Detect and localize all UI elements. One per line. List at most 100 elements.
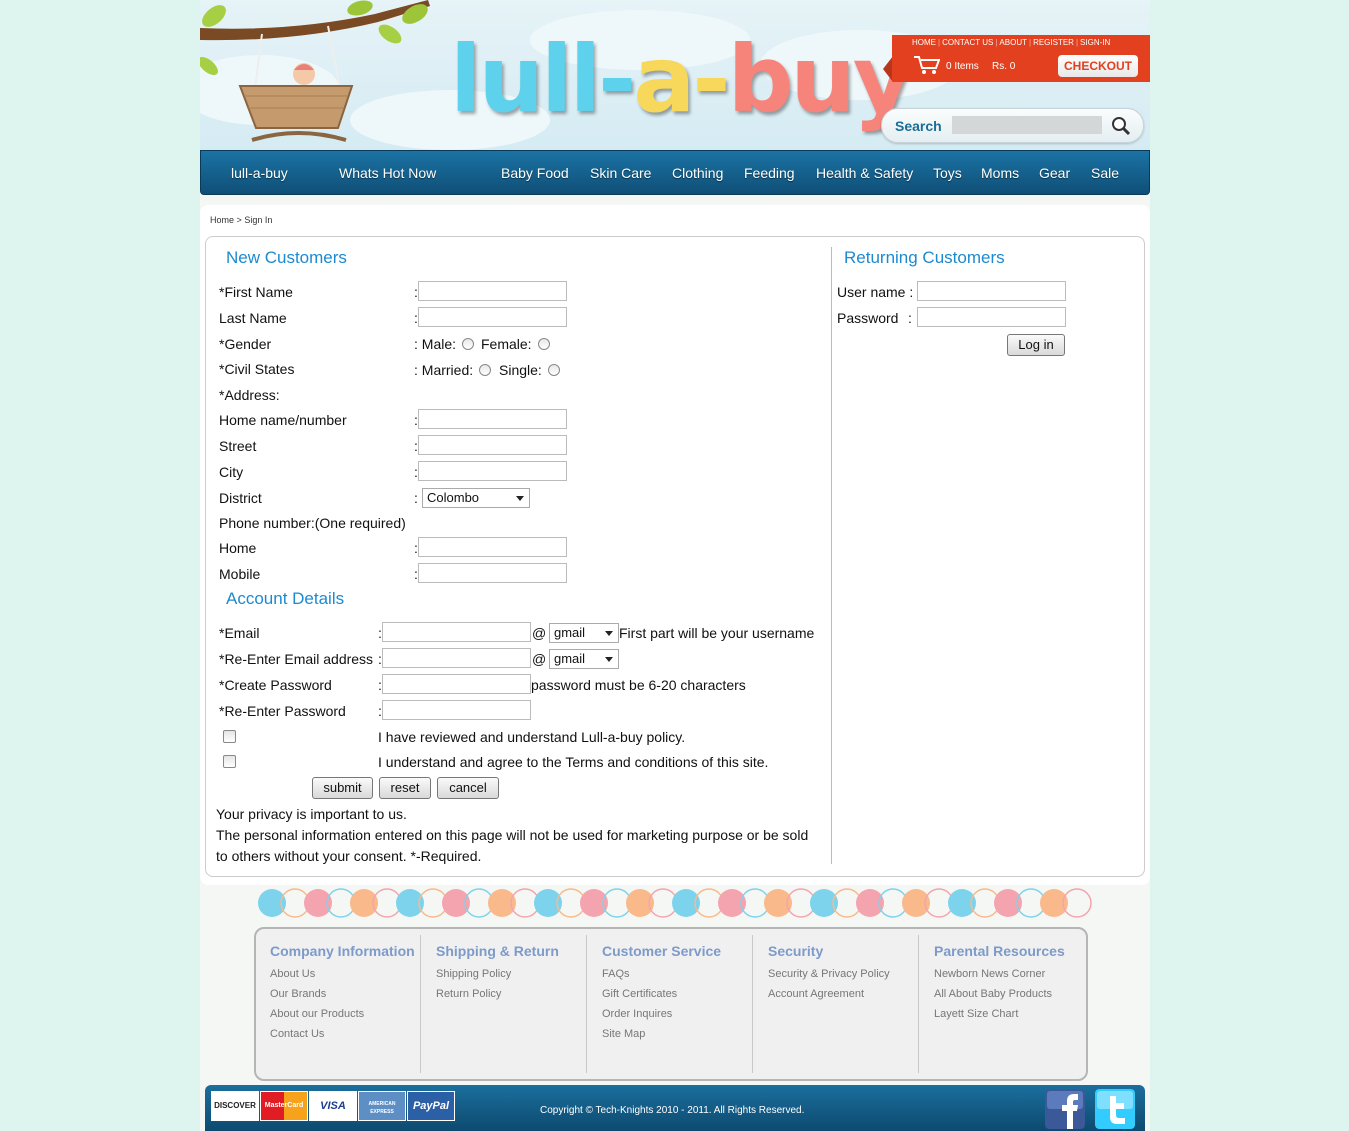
submit-button[interactable]: submit <box>312 777 373 799</box>
decorative-circle <box>1040 889 1068 917</box>
footer-link-about-us[interactable]: About Us <box>270 968 315 980</box>
decorative-circles <box>258 888 1092 918</box>
username-input[interactable] <box>917 281 1066 301</box>
nav-baby-food[interactable]: Baby Food <box>501 165 569 181</box>
search-icon[interactable] <box>1110 115 1132 137</box>
decorative-circle <box>948 889 976 917</box>
male-label: : Male: <box>414 336 457 352</box>
address-label: *Address: <box>219 387 280 403</box>
footer-link-return-policy[interactable]: Return Policy <box>436 988 501 1000</box>
street-label: Street <box>219 438 257 454</box>
footer-link-newborn-news[interactable]: Newborn News Corner <box>934 968 1045 980</box>
nav-skin-care[interactable]: Skin Care <box>590 165 651 181</box>
site-logo[interactable]: lull-a-buy <box>450 34 913 126</box>
footer-links: Company Information About Us Our Brands … <box>254 927 1088 1081</box>
reemail-input[interactable] <box>382 648 531 668</box>
top-link-register[interactable]: REGISTER <box>1033 38 1074 47</box>
decorative-circle <box>304 889 332 917</box>
single-radio[interactable] <box>548 364 560 376</box>
decorative-circle <box>856 889 884 917</box>
password-input[interactable] <box>382 674 531 694</box>
reemail-label: *Re-Enter Email address <box>219 651 374 667</box>
search-input[interactable] <box>952 116 1102 134</box>
decorative-circle <box>718 889 746 917</box>
top-link-home[interactable]: HOME <box>912 38 936 47</box>
cancel-button[interactable]: cancel <box>437 777 499 799</box>
login-button[interactable]: Log in <box>1007 334 1065 356</box>
nav-feeding[interactable]: Feeding <box>744 165 795 181</box>
login-password-label: Password <box>837 310 899 326</box>
email-domain-value: gmail <box>554 625 586 640</box>
breadcrumb-home[interactable]: Home <box>210 215 234 225</box>
decorative-circle <box>902 889 930 917</box>
city-input[interactable] <box>418 461 567 481</box>
decorative-circle <box>258 889 286 917</box>
footer-link-contact-us[interactable]: Contact Us <box>270 1028 324 1040</box>
gender-label: *Gender <box>219 336 272 352</box>
footer-link-layett-size[interactable]: Layett Size Chart <box>934 1008 1018 1020</box>
female-radio[interactable] <box>538 338 550 350</box>
branch-cradle-illustration <box>200 0 430 142</box>
home-phone-input[interactable] <box>418 537 567 557</box>
male-radio[interactable] <box>462 338 474 350</box>
twitter-icon[interactable] <box>1095 1089 1135 1129</box>
policy-agree-label: I have reviewed and understand Lull-a-bu… <box>378 729 686 745</box>
reemail-domain-value: gmail <box>554 651 586 666</box>
footer-link-gift-certificates[interactable]: Gift Certificates <box>602 988 677 1000</box>
at-sign: @ <box>532 651 547 667</box>
privacy-note-2: The personal information entered on this… <box>216 827 809 843</box>
footer-link-our-brands[interactable]: Our Brands <box>270 988 326 1000</box>
nav-whats-hot[interactable]: Whats Hot Now <box>339 165 436 181</box>
checkout-button[interactable]: CHECKOUT <box>1058 55 1138 77</box>
repassword-input[interactable] <box>382 700 531 720</box>
top-link-contact[interactable]: CONTACT US <box>942 38 993 47</box>
top-link-about[interactable]: ABOUT <box>999 38 1027 47</box>
footer-link-site-map[interactable]: Site Map <box>602 1028 645 1040</box>
footer-link-order-inquires[interactable]: Order Inquires <box>602 1008 672 1020</box>
privacy-note-3: to others without your consent. *-Requir… <box>216 848 482 864</box>
nav-lull-a-buy[interactable]: lull-a-buy <box>231 165 288 181</box>
nav-toys[interactable]: Toys <box>933 165 962 181</box>
cart-bar: HOME | CONTACT US | ABOUT | REGISTER | SIGN-IN 0… <box>892 35 1150 82</box>
married-radio[interactable] <box>479 364 491 376</box>
footer-link-baby-products[interactable]: All About Baby Products <box>934 988 1052 1000</box>
login-password-input[interactable] <box>917 307 1066 327</box>
decorative-circle <box>396 889 424 917</box>
breadcrumb-current: Sign In <box>244 215 273 225</box>
decorative-circle <box>672 889 700 917</box>
first-name-input[interactable] <box>418 281 567 301</box>
password-hint: password must be 6-20 characters <box>531 677 746 693</box>
top-link-signin[interactable]: SIGN-IN <box>1080 38 1110 47</box>
reemail-domain-select[interactable]: gmail <box>549 649 619 669</box>
divider: | <box>938 38 941 47</box>
email-domain-select[interactable]: gmail <box>549 623 619 643</box>
footer-link-security-privacy[interactable]: Security & Privacy Policy <box>768 968 890 980</box>
policy-checkbox[interactable] <box>223 730 236 743</box>
nav-moms[interactable]: Moms <box>981 165 1019 181</box>
last-name-input[interactable] <box>418 307 567 327</box>
email-input[interactable] <box>382 622 531 642</box>
footer-link-shipping-policy[interactable]: Shipping Policy <box>436 968 511 980</box>
terms-checkbox[interactable] <box>223 755 236 768</box>
nav-gear[interactable]: Gear <box>1039 165 1070 181</box>
search-label: Search <box>895 118 942 134</box>
nav-clothing[interactable]: Clothing <box>672 165 723 181</box>
top-links: HOME | CONTACT US | ABOUT | REGISTER | SIGN-IN <box>912 38 1110 47</box>
last-name-label: Last Name <box>219 310 287 326</box>
footer-link-about-products[interactable]: About our Products <box>270 1008 364 1020</box>
footer-link-faqs[interactable]: FAQs <box>602 968 630 980</box>
main-nav: lull-a-buy Whats Hot Now Baby Food Skin … <box>200 150 1150 195</box>
reset-button[interactable]: reset <box>379 777 431 799</box>
footer-link-account-agreement[interactable]: Account Agreement <box>768 988 864 1000</box>
street-input[interactable] <box>418 435 567 455</box>
returning-customers-title: Returning Customers <box>844 248 1005 267</box>
nav-sale[interactable]: Sale <box>1091 165 1119 181</box>
nav-health-safety[interactable]: Health & Safety <box>816 165 913 181</box>
home-name-input[interactable] <box>418 409 567 429</box>
mobile-input[interactable] <box>418 563 567 583</box>
email-label: *Email <box>219 625 260 641</box>
footer-heading-parental: Parental Resources <box>934 943 1065 959</box>
district-select[interactable]: Colombo <box>422 488 530 508</box>
shopping-cart-icon[interactable] <box>914 55 940 75</box>
facebook-icon[interactable] <box>1045 1089 1085 1129</box>
